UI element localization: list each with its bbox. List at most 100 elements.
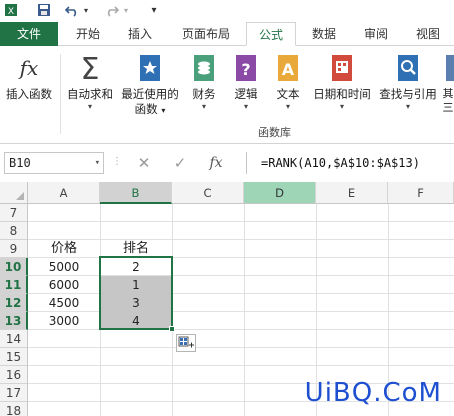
formula-bar-grip-icon[interactable]: ⋮	[112, 156, 122, 170]
more-functions-button[interactable]: 其 三	[442, 52, 454, 120]
formula-input[interactable]: =RANK(A10,$A$10:$A$13)	[246, 152, 454, 174]
column-header-d[interactable]: D	[244, 182, 316, 204]
finance-book-icon	[188, 52, 220, 84]
insert-function-button[interactable]: fx 插入函数	[2, 52, 56, 120]
row-header-12[interactable]: 12	[0, 294, 28, 312]
financial-dropdown-icon: ▾	[201, 102, 206, 111]
recently-used-button[interactable]: 最近使用的 函数 ▾	[118, 52, 182, 120]
column-header-a[interactable]: A	[28, 182, 100, 204]
ribbon-tabs: 文件 开始 插入 页面布局 公式 数据 审阅 视图	[0, 22, 454, 46]
financial-label: 财务	[192, 87, 216, 101]
cell-a13[interactable]: 3000	[28, 312, 100, 330]
enter-icon[interactable]: ✓	[162, 154, 198, 172]
more-functions-label: 其 三	[442, 87, 454, 114]
redo-icon[interactable]	[104, 2, 120, 18]
selection-border	[99, 256, 173, 330]
svg-text:fx: fx	[18, 56, 39, 80]
financial-button[interactable]: 财务 ▾	[184, 52, 224, 120]
more-functions-icon	[442, 52, 454, 84]
auto-fill-options-icon	[178, 336, 194, 348]
cell-a10[interactable]: 5000	[28, 258, 100, 276]
cell-a12[interactable]: 4500	[28, 294, 100, 312]
row-header-15[interactable]: 15	[0, 348, 28, 366]
text-label: 文本	[276, 87, 300, 101]
row-header-13[interactable]: 13	[0, 312, 28, 330]
ribbon-separator	[60, 54, 61, 134]
grid-line	[28, 365, 454, 366]
grid-line	[28, 347, 454, 348]
customize-qat-icon[interactable]: ▾	[148, 2, 160, 18]
date-time-dropdown-icon: ▾	[339, 102, 344, 111]
row-header-8[interactable]: 8	[0, 222, 28, 240]
excel-logo-icon: X	[4, 2, 18, 18]
auto-fill-options-button[interactable]	[176, 334, 196, 352]
cell-a9[interactable]: 价格	[28, 240, 100, 258]
svg-text:A: A	[282, 60, 295, 79]
lookup-reference-button[interactable]: 查找与引用 ▾	[376, 52, 440, 120]
select-all-corner[interactable]	[0, 182, 28, 204]
lookup-book-icon	[392, 52, 424, 84]
row-header-14[interactable]: 14	[0, 330, 28, 348]
row-header-16[interactable]: 16	[0, 366, 28, 384]
lookup-reference-dropdown-icon: ▾	[405, 102, 410, 111]
svg-text:?: ?	[241, 60, 250, 79]
svg-text:Σ: Σ	[81, 52, 100, 84]
text-button[interactable]: A 文本 ▾	[268, 52, 308, 120]
name-box[interactable]: B10 ▾	[4, 152, 104, 174]
row-header-7[interactable]: 7	[0, 204, 28, 222]
tab-page-layout[interactable]: 页面布局	[176, 22, 236, 46]
autosum-button[interactable]: Σ 自动求和 ▾	[64, 52, 116, 120]
insert-function-icon[interactable]: fx	[198, 155, 234, 171]
tab-file[interactable]: 文件	[0, 22, 58, 46]
worksheet-grid: A B C D E F 7 8 9 10 11 12 13 14 15 16 1…	[0, 182, 454, 416]
recently-used-label-2: 函数 ▾	[134, 102, 166, 116]
function-library-group-label: 函数库	[258, 126, 291, 139]
name-box-value: B10	[9, 156, 31, 170]
tab-data[interactable]: 数据	[308, 22, 340, 46]
tab-insert[interactable]: 插入	[124, 22, 156, 46]
watermark: UiBQ.CoM	[304, 378, 442, 408]
date-time-label: 日期和时间	[313, 87, 371, 101]
star-book-icon	[134, 52, 166, 84]
column-header-c[interactable]: C	[172, 182, 244, 204]
grid-line	[28, 221, 454, 222]
date-time-button[interactable]: 日期和时间 ▾	[310, 52, 374, 120]
redo-dropdown-icon[interactable]: ▾	[122, 2, 130, 18]
logical-dropdown-icon: ▾	[243, 102, 248, 111]
logic-book-icon: ?	[230, 52, 262, 84]
row-header-9[interactable]: 9	[0, 240, 28, 258]
undo-icon[interactable]	[64, 2, 80, 18]
cancel-icon[interactable]: ✕	[126, 154, 162, 172]
fill-handle[interactable]	[169, 326, 175, 332]
save-icon[interactable]	[36, 2, 52, 18]
formula-buttons: ✕ ✓ fx	[126, 152, 234, 174]
tab-view[interactable]: 视图	[412, 22, 444, 46]
cell-a11[interactable]: 6000	[28, 276, 100, 294]
tab-review[interactable]: 审阅	[360, 22, 392, 46]
logical-button[interactable]: ? 逻辑 ▾	[226, 52, 266, 120]
tab-formulas[interactable]: 公式	[246, 22, 296, 46]
row-header-18[interactable]: 18	[0, 402, 28, 416]
undo-dropdown-icon[interactable]: ▾	[82, 2, 90, 18]
row-header-11[interactable]: 11	[0, 276, 28, 294]
name-box-dropdown-icon[interactable]: ▾	[95, 153, 100, 173]
sigma-icon: Σ	[74, 52, 106, 84]
insert-function-label: 插入函数	[6, 87, 52, 101]
column-header-f[interactable]: F	[388, 182, 454, 204]
ribbon-formulas: fx 插入函数 Σ 自动求和 ▾ 最近使用的 函数 ▾ 财务 ▾ ? 逻辑 ▾ …	[0, 46, 454, 144]
column-header-e[interactable]: E	[316, 182, 388, 204]
logical-label: 逻辑	[234, 87, 258, 101]
calendar-book-icon	[326, 52, 358, 84]
row-header-10[interactable]: 10	[0, 258, 28, 276]
tab-home[interactable]: 开始	[72, 22, 104, 46]
row-header-17[interactable]: 17	[0, 384, 28, 402]
svg-text:X: X	[8, 7, 14, 17]
recently-used-label: 最近使用的	[121, 87, 179, 101]
quick-access-toolbar: X ▾ ▾ ▾	[0, 0, 454, 20]
fx-icon: fx	[13, 52, 45, 84]
lookup-reference-label: 查找与引用	[379, 87, 437, 101]
formula-bar: B10 ▾ ⋮ ✕ ✓ fx =RANK(A10,$A$10:$A$13)	[0, 150, 454, 178]
column-header-b[interactable]: B	[100, 182, 172, 204]
autosum-dropdown-icon: ▾	[87, 102, 92, 111]
autosum-label: 自动求和	[67, 87, 113, 101]
